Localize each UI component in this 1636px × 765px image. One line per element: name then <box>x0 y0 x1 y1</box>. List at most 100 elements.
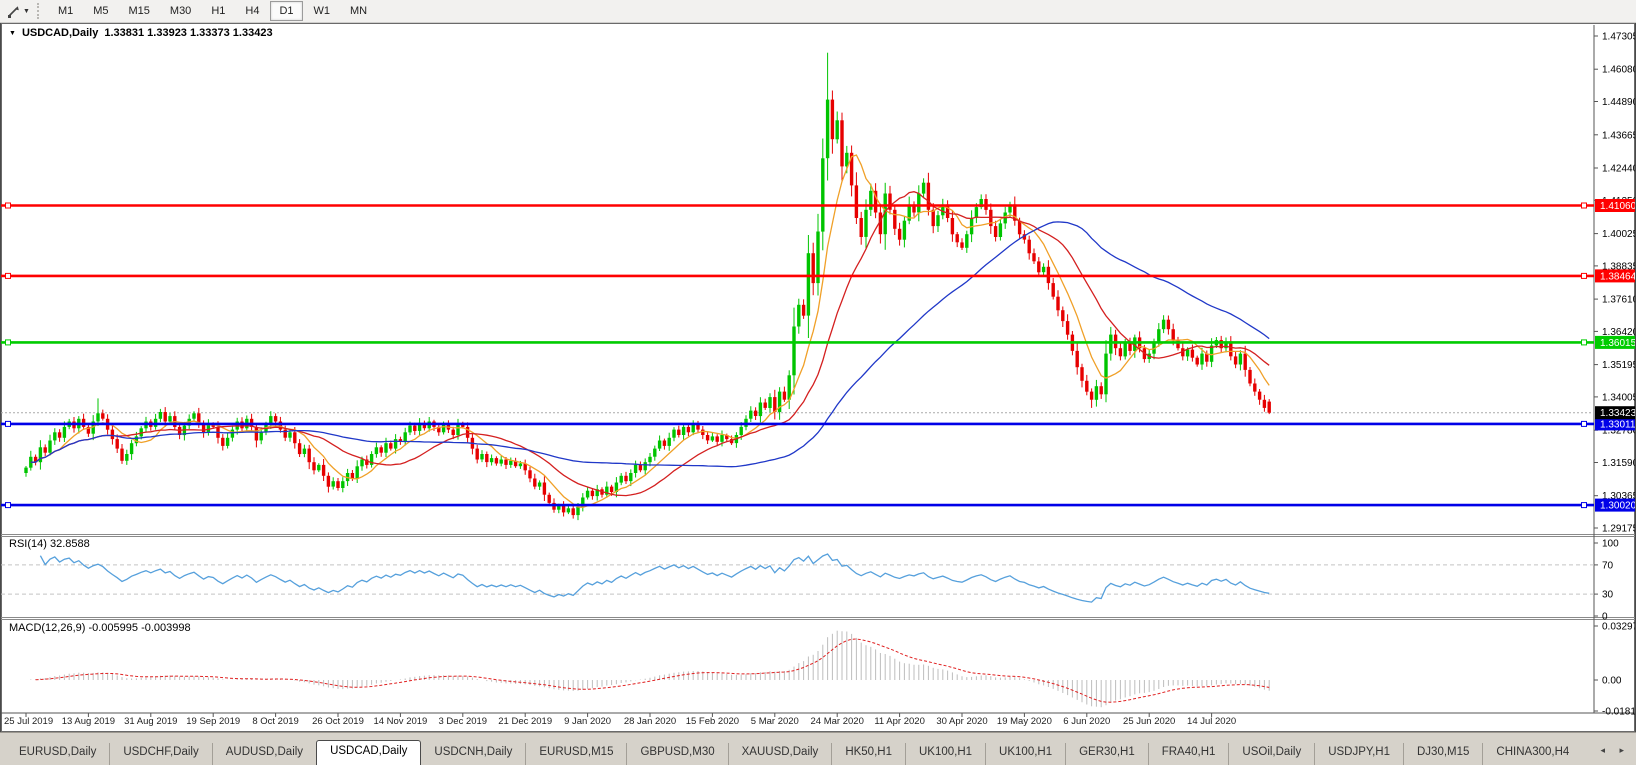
level-line-handle[interactable] <box>6 340 11 345</box>
svg-text:14 Jul 2020: 14 Jul 2020 <box>1187 716 1236 727</box>
tab-china300-h4[interactable]: CHINA300,H4 <box>1482 743 1582 765</box>
timeframe-m5[interactable]: M5 <box>84 1 117 21</box>
svg-text:1.31590: 1.31590 <box>1602 458 1635 469</box>
chart-window: 1.473051.460801.448901.436651.424401.412… <box>0 22 1636 733</box>
svg-text:21 Dec 2019: 21 Dec 2019 <box>498 716 552 727</box>
svg-text:70: 70 <box>1602 560 1614 571</box>
svg-text:30 Apr 2020: 30 Apr 2020 <box>936 716 987 727</box>
tab-audusd-daily[interactable]: AUDUSD,Daily <box>212 743 316 765</box>
level-line-handle[interactable] <box>1582 203 1587 208</box>
svg-text:19 Sep 2019: 19 Sep 2019 <box>186 716 240 727</box>
tab-gbpusd-m30[interactable]: GBPUSD,M30 <box>626 743 727 765</box>
tab-usdcad-daily[interactable]: USDCAD,Daily <box>316 740 421 765</box>
chart-tabs: EURUSD,DailyUSDCHF,DailyAUDUSD,DailyUSDC… <box>0 739 1582 765</box>
level-line-handle[interactable] <box>1582 503 1587 508</box>
price-axis-badge: 1.36015 <box>1595 336 1635 349</box>
timeframe-m15[interactable]: M15 <box>120 1 159 21</box>
timeframe-mn[interactable]: MN <box>341 1 376 21</box>
tab-scroll-arrows-icon[interactable]: ◂ ▸ <box>1600 745 1630 756</box>
chart-title-collapse-icon[interactable]: ▼ <box>9 30 16 37</box>
timeframe-h4[interactable]: H4 <box>236 1 268 21</box>
chart-ohlc-values: 1.33831 1.33923 1.33373 1.33423 <box>104 27 272 39</box>
toolbar-grip[interactable] <box>37 3 42 19</box>
level-line-handle[interactable] <box>6 203 11 208</box>
timeframe-d1[interactable]: D1 <box>270 1 302 21</box>
rsi-indicator-label: RSI(14) 32.8588 <box>9 538 90 550</box>
tab-xauusd-daily[interactable]: XAUUSD,Daily <box>728 743 832 765</box>
tab-eurusd-daily[interactable]: EURUSD,Daily <box>6 743 109 765</box>
svg-text:1.40025: 1.40025 <box>1602 229 1635 240</box>
svg-text:26 Oct 2019: 26 Oct 2019 <box>312 716 364 727</box>
svg-text:31 Aug 2019: 31 Aug 2019 <box>124 716 177 727</box>
svg-text:24 Mar 2020: 24 Mar 2020 <box>811 716 864 727</box>
macd-axis-labels: 0.032972 0.00 -0.01815 <box>1594 622 1635 718</box>
price-axis-ticks: 1.473051.460801.448901.436651.424401.412… <box>1594 32 1635 535</box>
price-axis-badge: 1.33423 <box>1595 406 1635 419</box>
svg-text:0.032972: 0.032972 <box>1602 622 1635 633</box>
svg-text:14 Nov 2019: 14 Nov 2019 <box>373 716 427 727</box>
tab-dj30-m15[interactable]: DJ30,M15 <box>1403 743 1482 765</box>
tab-usdcnh-daily[interactable]: USDCNH,Daily <box>421 743 525 765</box>
tab-usdjpy-h1[interactable]: USDJPY,H1 <box>1314 743 1403 765</box>
svg-text:100: 100 <box>1602 539 1619 550</box>
chart-tab-bar: EURUSD,DailyUSDCHF,DailyAUDUSD,DailyUSDC… <box>0 732 1636 765</box>
rsi-line <box>40 554 1269 602</box>
level-line-handle[interactable] <box>1582 340 1587 345</box>
svg-text:1.34005: 1.34005 <box>1602 392 1635 403</box>
price-axis-badge: 1.41060 <box>1595 199 1635 212</box>
chart-title: ▼ USDCAD,Daily 1.33831 1.33923 1.33373 1… <box>9 27 273 39</box>
svg-text:1.47305: 1.47305 <box>1602 32 1635 43</box>
chart-window-border <box>2 24 1635 732</box>
crosshair-tool-icon[interactable] <box>3 2 23 20</box>
rsi-axis-labels: 10070300 <box>1594 539 1619 623</box>
tab-hk50-h1[interactable]: HK50,H1 <box>831 743 905 765</box>
svg-text:8 Oct 2019: 8 Oct 2019 <box>252 716 298 727</box>
svg-text:11 Apr 2020: 11 Apr 2020 <box>874 716 925 727</box>
tab-fra40-h1[interactable]: FRA40,H1 <box>1148 743 1229 765</box>
date-axis-labels: 25 Jul 2019 13 Aug 2019 31 Aug 2019 19 Sep … <box>4 713 1236 727</box>
level-line-handle[interactable] <box>6 503 11 508</box>
tab-ger30-h1[interactable]: GER30,H1 <box>1065 743 1148 765</box>
svg-text:15 Feb 2020: 15 Feb 2020 <box>686 716 739 727</box>
svg-text:1.46080: 1.46080 <box>1602 65 1635 76</box>
level-line-handle[interactable] <box>1582 273 1587 278</box>
svg-text:3 Dec 2019: 3 Dec 2019 <box>439 716 488 727</box>
tab-eurusd-m15[interactable]: EURUSD,M15 <box>525 743 626 765</box>
chart-symbol-period: USDCAD,Daily <box>22 27 98 39</box>
svg-text:5 Mar 2020: 5 Mar 2020 <box>751 716 799 727</box>
tab-usdchf-daily[interactable]: USDCHF,Daily <box>109 743 211 765</box>
svg-text:1.33423: 1.33423 <box>1600 408 1635 419</box>
timeframe-w1[interactable]: W1 <box>305 1 340 21</box>
svg-text:1.35195: 1.35195 <box>1602 360 1635 371</box>
svg-text:1.41060: 1.41060 <box>1600 201 1635 212</box>
price-axis-badge: 1.30020 <box>1595 499 1635 512</box>
svg-text:1.43665: 1.43665 <box>1602 130 1635 141</box>
svg-text:30: 30 <box>1602 590 1614 601</box>
svg-text:25 Jun 2020: 25 Jun 2020 <box>1123 716 1175 727</box>
level-line-handle[interactable] <box>6 273 11 278</box>
tab-usoil-daily[interactable]: USOil,Daily <box>1228 743 1314 765</box>
svg-text:25 Jul 2019: 25 Jul 2019 <box>4 716 53 727</box>
tool-dropdown-caret-icon[interactable]: ▼ <box>23 8 30 15</box>
tab-uk100-h1[interactable]: UK100,H1 <box>985 743 1065 765</box>
svg-text:13 Aug 2019: 13 Aug 2019 <box>62 716 115 727</box>
svg-text:1.38464: 1.38464 <box>1600 271 1635 282</box>
svg-text:1.29175: 1.29175 <box>1602 524 1635 535</box>
svg-text:28 Jan 2020: 28 Jan 2020 <box>624 716 676 727</box>
macd-histogram <box>26 631 1269 708</box>
timeframe-button-group: M1M5M15M30H1H4D1W1MN <box>48 1 377 21</box>
svg-text:19 May 2020: 19 May 2020 <box>997 716 1052 727</box>
tab-uk100-h1[interactable]: UK100,H1 <box>905 743 985 765</box>
svg-text:-0.01815: -0.01815 <box>1602 707 1635 718</box>
level-line-handle[interactable] <box>6 421 11 426</box>
svg-text:1.42440: 1.42440 <box>1602 164 1635 175</box>
timeframe-m1[interactable]: M1 <box>49 1 82 21</box>
macd-signal-line <box>36 639 1270 702</box>
price-axis-badge: 1.33011 <box>1595 417 1635 430</box>
timeframe-m30[interactable]: M30 <box>161 1 200 21</box>
chart-canvas[interactable]: 1.473051.460801.448901.436651.424401.412… <box>1 23 1635 732</box>
level-line-handle[interactable] <box>1582 421 1587 426</box>
price-axis-badge: 1.38464 <box>1595 269 1635 282</box>
timeframe-h1[interactable]: H1 <box>202 1 234 21</box>
svg-text:0.00: 0.00 <box>1602 676 1622 687</box>
